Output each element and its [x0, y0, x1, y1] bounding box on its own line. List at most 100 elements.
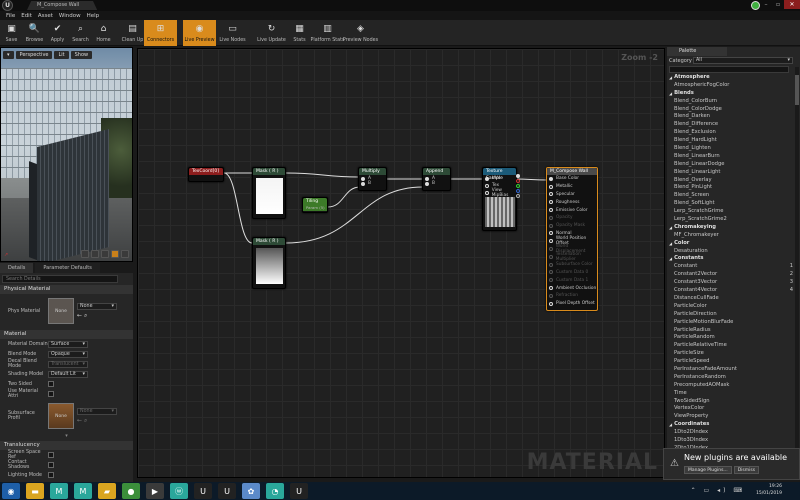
- cylinder-preview-icon[interactable]: [81, 250, 89, 258]
- palette-item[interactable]: Blend_ColorDodge: [667, 106, 800, 114]
- output-a-pin[interactable]: [516, 194, 520, 198]
- details-search-input[interactable]: Search Details: [2, 275, 118, 283]
- result-pin[interactable]: Opacity Mask: [547, 222, 597, 230]
- palette-category[interactable]: ◢ Atmosphere: [667, 74, 800, 82]
- node-texsample-pin-mipbias[interactable]: View MipBias: [483, 188, 516, 198]
- use-material-attributes-checkbox[interactable]: [48, 391, 54, 397]
- palette-item[interactable]: Blend_HardLight: [667, 137, 800, 145]
- palette-category[interactable]: ◢ Coordinates: [667, 421, 800, 429]
- palette-item[interactable]: ParticleRandom: [667, 334, 800, 342]
- phys-material-dropdown[interactable]: None: [77, 302, 117, 310]
- video-icon[interactable]: ▶: [146, 483, 164, 499]
- palette-item[interactable]: ParticleDirection: [667, 311, 800, 319]
- livepreview-button[interactable]: ◉ Live Preview: [183, 20, 216, 46]
- palette-category[interactable]: ◢ Blends: [667, 90, 800, 98]
- result-pin[interactable]: Custom Data 0: [547, 269, 597, 277]
- node-mask-r-1[interactable]: Mask ( R ): [252, 167, 286, 219]
- palette-item[interactable]: AtmosphericFogColor: [667, 82, 800, 90]
- viewport-options-button[interactable]: ▾: [3, 51, 14, 59]
- folder-icon[interactable]: ▰: [98, 483, 116, 499]
- home-button[interactable]: ⌂ Home: [92, 20, 115, 46]
- palette-item[interactable]: PerInstanceRandom: [667, 374, 800, 382]
- palette-scroll-thumb[interactable]: [795, 75, 799, 105]
- output-g-pin[interactable]: [516, 184, 520, 188]
- app-w-icon[interactable]: ⓦ: [170, 483, 188, 499]
- result-pin[interactable]: Metallic: [547, 183, 597, 191]
- category-dropdown[interactable]: All: [693, 57, 793, 64]
- palette-item[interactable]: Blend_LinearBurn: [667, 153, 800, 161]
- plane-preview-icon[interactable]: [101, 250, 109, 258]
- node-append-pin-b[interactable]: B: [423, 180, 450, 187]
- result-pin[interactable]: Subsurface Color: [547, 261, 597, 269]
- node-texcoord[interactable]: TexCoord[0]: [188, 167, 224, 182]
- menu-asset[interactable]: Asset: [38, 13, 53, 19]
- expand-advanced-icon[interactable]: ▾: [0, 433, 133, 439]
- palette-category[interactable]: ◢ Chromakeying: [667, 224, 800, 232]
- app-m2-icon[interactable]: M: [74, 483, 92, 499]
- chrome-icon[interactable]: ●: [122, 483, 140, 499]
- palette-item[interactable]: Blend_LinearDodge: [667, 161, 800, 169]
- palette-category[interactable]: ◢ Constants: [667, 255, 800, 263]
- browse-button[interactable]: 🔍 Browse: [23, 20, 46, 46]
- maximize-icon[interactable]: ▫: [772, 0, 784, 9]
- property-dropdown[interactable]: Translucent: [48, 360, 88, 368]
- palette-item[interactable]: MF_Chromakeyer: [667, 232, 800, 240]
- menu-help[interactable]: Help: [87, 13, 100, 19]
- tab-palette[interactable]: Palette: [667, 47, 727, 56]
- palette-item[interactable]: Blend_Darken: [667, 113, 800, 121]
- cube-preview-icon[interactable]: [111, 250, 119, 258]
- system-tray-icons[interactable]: ⌃ ▭ ◂) ⌨: [691, 487, 745, 494]
- palette-item[interactable]: PerInstanceFadeAmount: [667, 366, 800, 374]
- save-button[interactable]: ▣ Save: [0, 20, 23, 46]
- system-clock[interactable]: 19:26 15/01/2019: [756, 483, 782, 497]
- search-button[interactable]: ⌕ Search: [69, 20, 92, 46]
- connectors-button[interactable]: ⊞ Connectors: [144, 20, 177, 46]
- output-rgb-pin[interactable]: [516, 174, 520, 178]
- property-dropdown[interactable]: Default Lit: [48, 370, 88, 378]
- property-dropdown[interactable]: Surface: [48, 340, 88, 348]
- close-icon[interactable]: ✕: [784, 0, 800, 9]
- result-pin[interactable]: Emissive Color: [547, 206, 597, 214]
- output-r-pin[interactable]: [516, 179, 520, 183]
- app-circle-icon[interactable]: ◔: [266, 483, 284, 499]
- palette-item[interactable]: Constant2Vector 2: [667, 271, 800, 279]
- result-pin[interactable]: Custom Data 1: [547, 276, 597, 284]
- subsurface-thumbnail[interactable]: None: [48, 403, 74, 429]
- apply-button[interactable]: ✔ Apply: [46, 20, 69, 46]
- manage-plugins-button[interactable]: Manage Plugins...: [684, 466, 732, 474]
- result-pin[interactable]: Tessellation Multiplier: [547, 252, 597, 262]
- palette-item[interactable]: ViewProperty: [667, 413, 800, 421]
- node-material-result[interactable]: M_Compose Wall Base Color Metallic Specula…: [546, 167, 598, 311]
- palette-item[interactable]: ParticleMotionBlurFade: [667, 319, 800, 327]
- palette-item[interactable]: Constant3Vector 3: [667, 279, 800, 287]
- palette-item[interactable]: ParticleRadius: [667, 327, 800, 335]
- palette-item[interactable]: VertexColor: [667, 405, 800, 413]
- palette-item[interactable]: TwoSidedSign: [667, 398, 800, 406]
- result-pin[interactable]: Ambient Occlusion: [547, 284, 597, 292]
- two-sided-checkbox[interactable]: [48, 381, 54, 387]
- palette-item[interactable]: Blend_PinLight: [667, 184, 800, 192]
- dismiss-button[interactable]: Dismiss: [733, 466, 760, 474]
- node-tiling-param[interactable]: Tiling Param (5): [302, 197, 328, 213]
- palette-item[interactable]: 1Dto3DIndex: [667, 437, 800, 445]
- paint-icon[interactable]: ✿: [242, 483, 260, 499]
- subsurface-dropdown[interactable]: None: [77, 407, 117, 415]
- show-button[interactable]: Show: [70, 51, 93, 59]
- palette-item[interactable]: Time: [667, 390, 800, 398]
- result-pin[interactable]: Specular: [547, 191, 597, 199]
- result-pin[interactable]: Roughness: [547, 198, 597, 206]
- palette-item[interactable]: Blend_Screen: [667, 192, 800, 200]
- section-translucency[interactable]: Translucency: [0, 441, 133, 450]
- palette-scrollbar[interactable]: [795, 67, 799, 467]
- preview-viewport[interactable]: ▾ Perspective Lit Show ↗: [0, 47, 133, 262]
- tab-parameter-defaults[interactable]: Parameter Defaults: [35, 263, 100, 273]
- explorer-icon[interactable]: ▬: [26, 483, 44, 499]
- node-mask-r-2[interactable]: Mask ( R ): [252, 237, 286, 289]
- use-selected-icon[interactable]: ←: [77, 417, 82, 424]
- platformstats-button[interactable]: ▥ Platform Stats: [311, 20, 345, 46]
- palette-item[interactable]: Blend_Difference: [667, 121, 800, 129]
- palette-item[interactable]: Constant4Vector 4: [667, 287, 800, 295]
- result-pin[interactable]: Opacity: [547, 214, 597, 222]
- start-icon[interactable]: ◉: [2, 483, 20, 499]
- property-checkbox[interactable]: [48, 462, 54, 468]
